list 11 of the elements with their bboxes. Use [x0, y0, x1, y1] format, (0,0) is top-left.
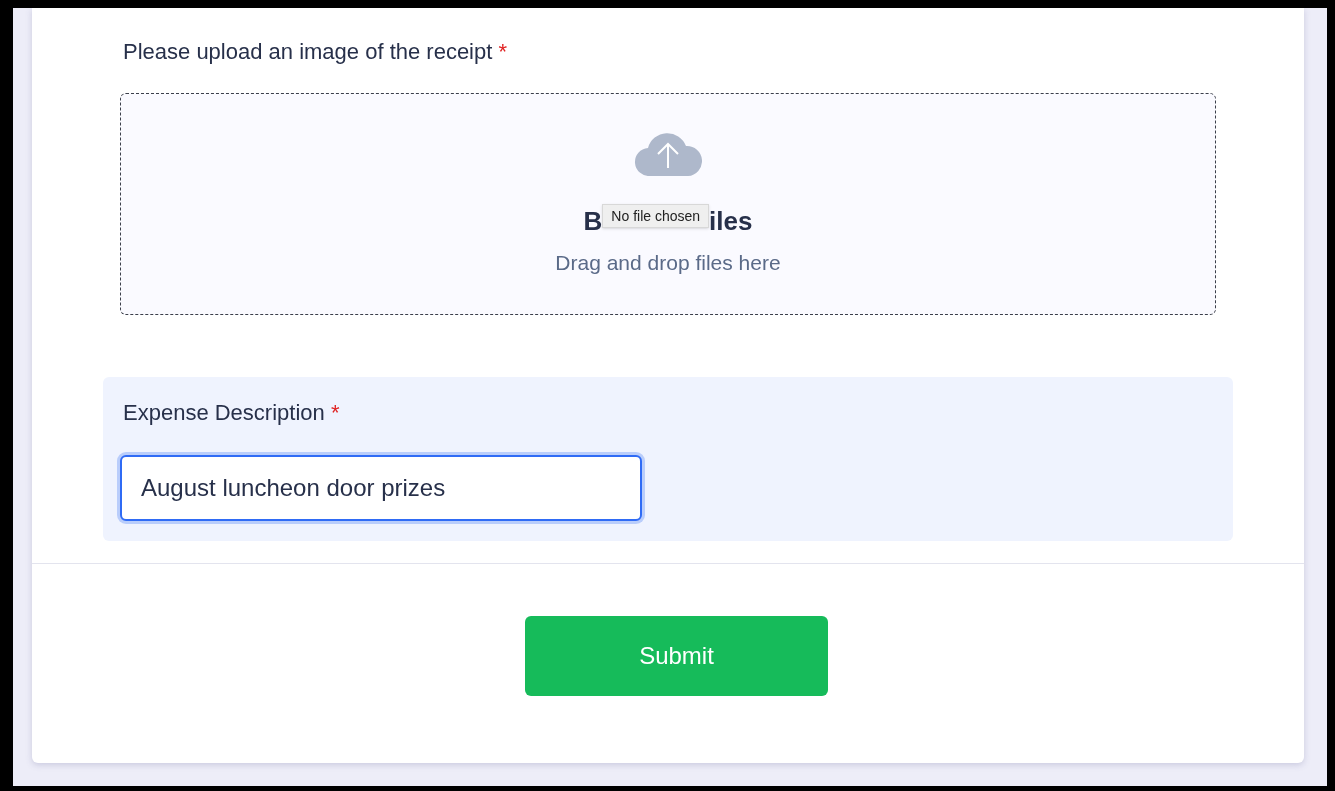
upload-label: Please upload an image of the receipt	[123, 39, 493, 64]
description-label: Expense Description	[123, 400, 325, 425]
file-dropzone[interactable]: B No file chosen iles Drag and drop files here	[120, 93, 1216, 315]
cloud-upload-icon	[634, 130, 702, 176]
required-mark: *	[330, 400, 340, 425]
title-fragment: B	[583, 205, 603, 237]
tooltip: No file chosen	[602, 204, 710, 228]
description-input[interactable]: August luncheon door prizes	[120, 455, 642, 521]
required-mark: *	[498, 39, 508, 64]
title-fragment: iles	[709, 205, 753, 237]
drag-drop-hint: Drag and drop files here	[555, 250, 781, 276]
